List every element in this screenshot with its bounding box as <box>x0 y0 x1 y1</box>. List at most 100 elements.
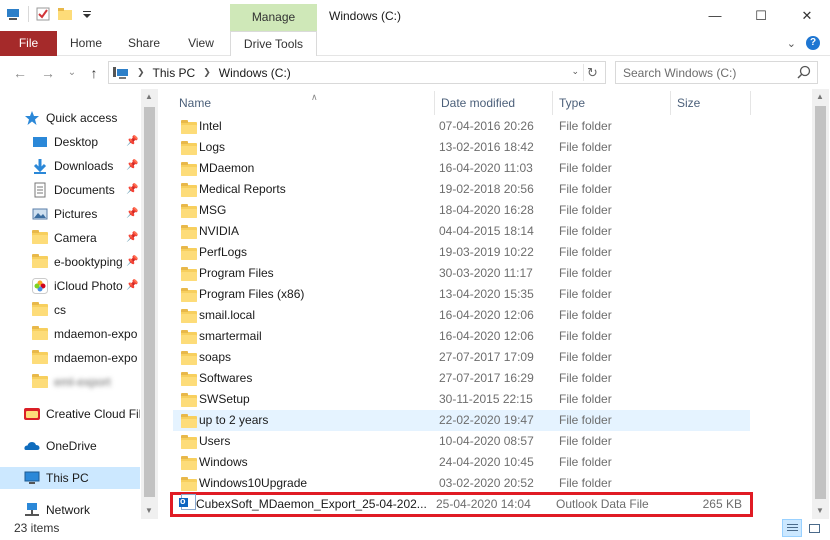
folder-icon <box>181 309 197 323</box>
folder-icon <box>181 246 197 260</box>
nav-creative-cloud-files[interactable]: Creative Cloud Fil <box>0 403 140 425</box>
pin-icon[interactable]: 📌 <box>126 280 138 292</box>
file-name: Windows <box>199 455 248 469</box>
nav-desktop[interactable]: Desktop 📌 <box>0 131 140 153</box>
nav-mdaemon-expo-1[interactable]: mdaemon-expo <box>0 323 140 345</box>
back-button[interactable]: ← <box>10 63 30 83</box>
tab-drive-tools[interactable]: Drive Tools <box>230 31 317 56</box>
file-row[interactable]: up to 2 years 22-02-2020 19:47 File folder <box>173 410 750 431</box>
customize-toolbar-icon[interactable] <box>79 6 95 22</box>
file-row[interactable]: SWSetup 30-11-2015 22:15 File folder <box>173 389 750 410</box>
pin-icon[interactable]: 📌 <box>126 136 138 148</box>
file-name: Logs <box>199 140 226 154</box>
folder-icon <box>32 350 48 366</box>
pin-icon[interactable]: 📌 <box>126 184 138 196</box>
up-button[interactable]: ↑ <box>84 63 104 83</box>
nav-this-pc[interactable]: This PC <box>0 467 140 489</box>
nav-onedrive[interactable]: OneDrive <box>0 435 140 457</box>
file-row[interactable]: Users 10-04-2020 08:57 File folder <box>173 431 750 452</box>
nav-e-booktyping[interactable]: e-booktyping 📌 <box>0 251 140 273</box>
nav-cs[interactable]: cs <box>0 299 140 321</box>
scroll-down-icon[interactable]: ▼ <box>145 506 153 515</box>
this-pc-small-icon[interactable] <box>6 6 22 22</box>
pin-icon[interactable]: 📌 <box>126 208 138 220</box>
nav-quick-access[interactable]: Quick access <box>0 107 140 129</box>
nav-pane-scroll-thumb[interactable] <box>144 107 155 497</box>
pin-icon[interactable]: 📌 <box>126 232 138 244</box>
scroll-up-icon[interactable]: ▲ <box>816 92 824 101</box>
refresh-icon[interactable]: ↻ <box>583 64 601 81</box>
file-row[interactable]: Softwares 27-07-2017 16:29 File folder <box>173 368 750 389</box>
breadcrumb-windows-c[interactable]: Windows (C:) <box>219 66 291 80</box>
sort-ascending-icon: ∧ <box>311 92 318 102</box>
column-header-label: Name <box>179 96 212 110</box>
breadcrumb-chevron-icon[interactable]: ❯ <box>137 67 145 78</box>
tab-file[interactable]: File <box>0 31 57 56</box>
tab-share[interactable]: Share <box>118 31 170 56</box>
minimize-button[interactable]: — <box>692 0 738 31</box>
column-header-type[interactable]: Type <box>553 91 671 115</box>
pin-icon[interactable]: 📌 <box>126 256 138 268</box>
nav-downloads[interactable]: Downloads 📌 <box>0 155 140 177</box>
nav-icloud-photo[interactable]: iCloud Photo 📌 <box>0 275 140 297</box>
file-row[interactable]: MDaemon 16-04-2020 11:03 File folder <box>173 158 750 179</box>
file-row[interactable]: Program Files 30-03-2020 11:17 File folder <box>173 263 750 284</box>
tab-home[interactable]: Home <box>62 31 110 56</box>
file-name: Program Files <box>199 266 274 280</box>
file-row[interactable]: NVIDIA 04-04-2015 18:14 File folder <box>173 221 750 242</box>
file-row[interactable]: PerfLogs 19-03-2019 10:22 File folder <box>173 242 750 263</box>
close-button[interactable]: ✕ <box>784 0 830 31</box>
file-size <box>677 452 747 473</box>
column-header-size[interactable]: Size <box>671 91 751 115</box>
file-row[interactable]: MSG 18-04-2020 16:28 File folder <box>173 200 750 221</box>
file-size <box>677 305 747 326</box>
search-input[interactable] <box>623 65 793 80</box>
new-folder-icon[interactable] <box>57 6 73 22</box>
search-box[interactable] <box>615 61 818 84</box>
column-header-name[interactable]: ∧ Name <box>173 91 435 115</box>
file-list-scroll-thumb[interactable] <box>815 106 826 499</box>
properties-icon[interactable] <box>35 6 51 22</box>
address-dropdown-icon[interactable]: ⌄ <box>571 66 579 77</box>
forward-button[interactable]: → <box>38 63 58 83</box>
maximize-button[interactable]: ☐ <box>738 0 784 31</box>
file-row[interactable]: smartermail 16-04-2020 12:06 File folder <box>173 326 750 347</box>
scroll-up-icon[interactable]: ▲ <box>145 92 153 101</box>
details-view-button[interactable] <box>782 519 802 537</box>
column-header-date[interactable]: Date modified <box>435 91 553 115</box>
large-icons-view-button[interactable] <box>804 519 824 537</box>
nav-network[interactable]: Network <box>0 499 140 519</box>
file-list-scrollbar[interactable]: ▲ ▼ <box>812 89 829 519</box>
tab-view[interactable]: View <box>177 31 225 56</box>
pin-icon[interactable]: 📌 <box>126 160 138 172</box>
manage-context-tab[interactable]: Manage <box>230 4 317 31</box>
file-date: 16-04-2020 11:03 <box>439 161 533 175</box>
file-row[interactable]: Medical Reports 19-02-2018 20:56 File fold… <box>173 179 750 200</box>
status-bar: 23 items <box>0 519 830 540</box>
file-row[interactable]: Program Files (x86) 13-04-2020 15:35 File … <box>173 284 750 305</box>
address-bar[interactable]: ❯ This PC ❯ Windows (C:) ⌄ ↻ <box>108 61 606 84</box>
file-row[interactable]: CubexSoft_MDaemon_Export_25-04-202... 25-… <box>170 492 753 517</box>
file-row[interactable]: Windows10Upgrade 03-02-2020 20:52 File fol… <box>173 473 750 494</box>
search-icon[interactable] <box>797 65 811 79</box>
file-row[interactable]: Windows 24-04-2020 10:45 File folder <box>173 452 750 473</box>
file-type: File folder <box>559 266 612 280</box>
nav-camera[interactable]: Camera 📌 <box>0 227 140 249</box>
expand-ribbon-icon[interactable]: ⌄ <box>787 37 796 50</box>
file-row[interactable]: Logs 13-02-2016 18:42 File folder <box>173 137 750 158</box>
file-row[interactable]: soaps 27-07-2017 17:09 File folder <box>173 347 750 368</box>
breadcrumb-chevron-icon[interactable]: ❯ <box>203 67 211 78</box>
star-icon <box>24 110 40 126</box>
nav-documents[interactable]: Documents 📌 <box>0 179 140 201</box>
nav-mdaemon-expo-2[interactable]: mdaemon-expo <box>0 347 140 369</box>
nav-pane-scrollbar[interactable]: ▲ ▼ <box>141 89 158 519</box>
file-name: up to 2 years <box>199 413 269 427</box>
recent-locations-button[interactable]: ⌄ <box>62 63 82 83</box>
nav-pictures[interactable]: Pictures 📌 <box>0 203 140 225</box>
scroll-down-icon[interactable]: ▼ <box>816 506 824 515</box>
nav-blurred-folder[interactable]: eml-export <box>0 371 140 393</box>
help-icon[interactable]: ? <box>806 36 820 50</box>
file-row[interactable]: Intel 07-04-2016 20:26 File folder <box>173 116 750 137</box>
file-row[interactable]: smail.local 16-04-2020 12:06 File folder <box>173 305 750 326</box>
breadcrumb-this-pc[interactable]: This PC <box>153 66 196 80</box>
